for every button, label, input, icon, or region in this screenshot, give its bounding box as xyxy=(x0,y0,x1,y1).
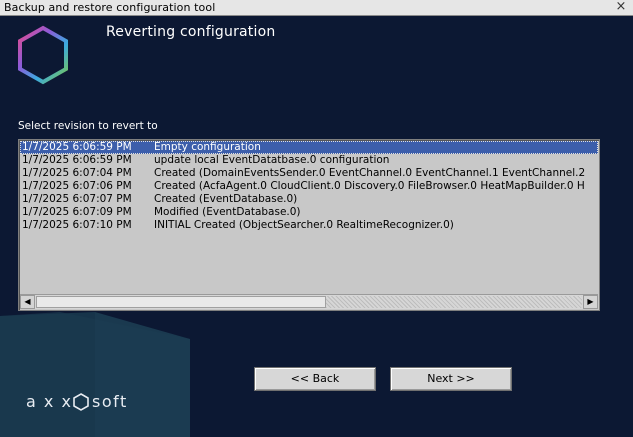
revision-list-label: Select revision to revert to xyxy=(18,120,158,132)
revision-row[interactable]: 1/7/2025 6:07:06 PM Created (AcfaAgent.0 … xyxy=(20,180,598,193)
revision-description: Modified (EventDatabase.0) xyxy=(154,206,301,218)
scrollbar-thumb[interactable] xyxy=(36,296,326,308)
back-button[interactable]: << Back xyxy=(254,367,376,391)
revision-description: INITIAL Created (ObjectSearcher.0 Realti… xyxy=(154,219,454,231)
revision-row[interactable]: 1/7/2025 6:07:10 PM INITIAL Created (Obj… xyxy=(20,219,598,232)
revision-description: update local EventDatatbase.0 configurat… xyxy=(154,154,390,166)
revision-rows: 1/7/2025 6:06:59 PM Empty configuration 1/… xyxy=(20,141,598,232)
revision-description: Empty configuration xyxy=(154,141,261,153)
hexagon-logo-icon xyxy=(18,25,68,85)
close-icon[interactable]: × xyxy=(614,0,628,14)
revision-row[interactable]: 1/7/2025 6:06:59 PM update local EventDat… xyxy=(20,154,598,167)
revision-description: Created (EventDatabase.0) xyxy=(154,193,298,205)
scrollbar-track[interactable] xyxy=(326,296,582,308)
revision-timestamp: 1/7/2025 6:07:06 PM xyxy=(22,180,132,192)
revision-row[interactable]: 1/7/2025 6:07:07 PM Created (EventDatabas… xyxy=(20,193,598,206)
next-button[interactable]: Next >> xyxy=(390,367,512,391)
page-title: Reverting configuration xyxy=(106,24,276,40)
svg-text:a x x: a x x xyxy=(26,392,72,411)
revision-description: Created (DomainEventsSender.0 EventChann… xyxy=(154,167,586,179)
revision-row[interactable]: 1/7/2025 6:06:59 PM Empty configuration xyxy=(20,141,598,154)
brand-logo: a x x soft xyxy=(26,391,150,417)
revision-timestamp: 1/7/2025 6:06:59 PM xyxy=(22,154,132,166)
svg-text:soft: soft xyxy=(92,392,128,411)
revision-timestamp: 1/7/2025 6:07:07 PM xyxy=(22,193,132,205)
revision-row[interactable]: 1/7/2025 6:07:09 PM Modified (EventDataba… xyxy=(20,206,598,219)
horizontal-scrollbar[interactable]: ◀ ▶ xyxy=(20,294,598,309)
revision-description: Created (AcfaAgent.0 CloudClient.0 Disco… xyxy=(154,180,585,192)
wizard-window: Reverting configuration Select revision … xyxy=(0,16,633,437)
revision-timestamp: 1/7/2025 6:07:04 PM xyxy=(22,167,132,179)
revision-timestamp: 1/7/2025 6:07:09 PM xyxy=(22,206,132,218)
arrow-left-icon[interactable]: ◀ xyxy=(20,295,35,309)
window-title: Backup and restore configuration tool xyxy=(4,1,216,14)
revision-timestamp: 1/7/2025 6:06:59 PM xyxy=(22,141,132,153)
axxonsoft-wordmark: a x x soft xyxy=(26,392,128,411)
revision-row[interactable]: 1/7/2025 6:07:04 PM Created (DomainEvents… xyxy=(20,167,598,180)
revision-timestamp: 1/7/2025 6:07:10 PM xyxy=(22,219,132,231)
arrow-right-icon[interactable]: ▶ xyxy=(583,295,598,309)
title-bar: Backup and restore configuration tool × xyxy=(0,0,633,16)
revision-list[interactable]: 1/7/2025 6:06:59 PM Empty configuration 1/… xyxy=(18,139,600,311)
